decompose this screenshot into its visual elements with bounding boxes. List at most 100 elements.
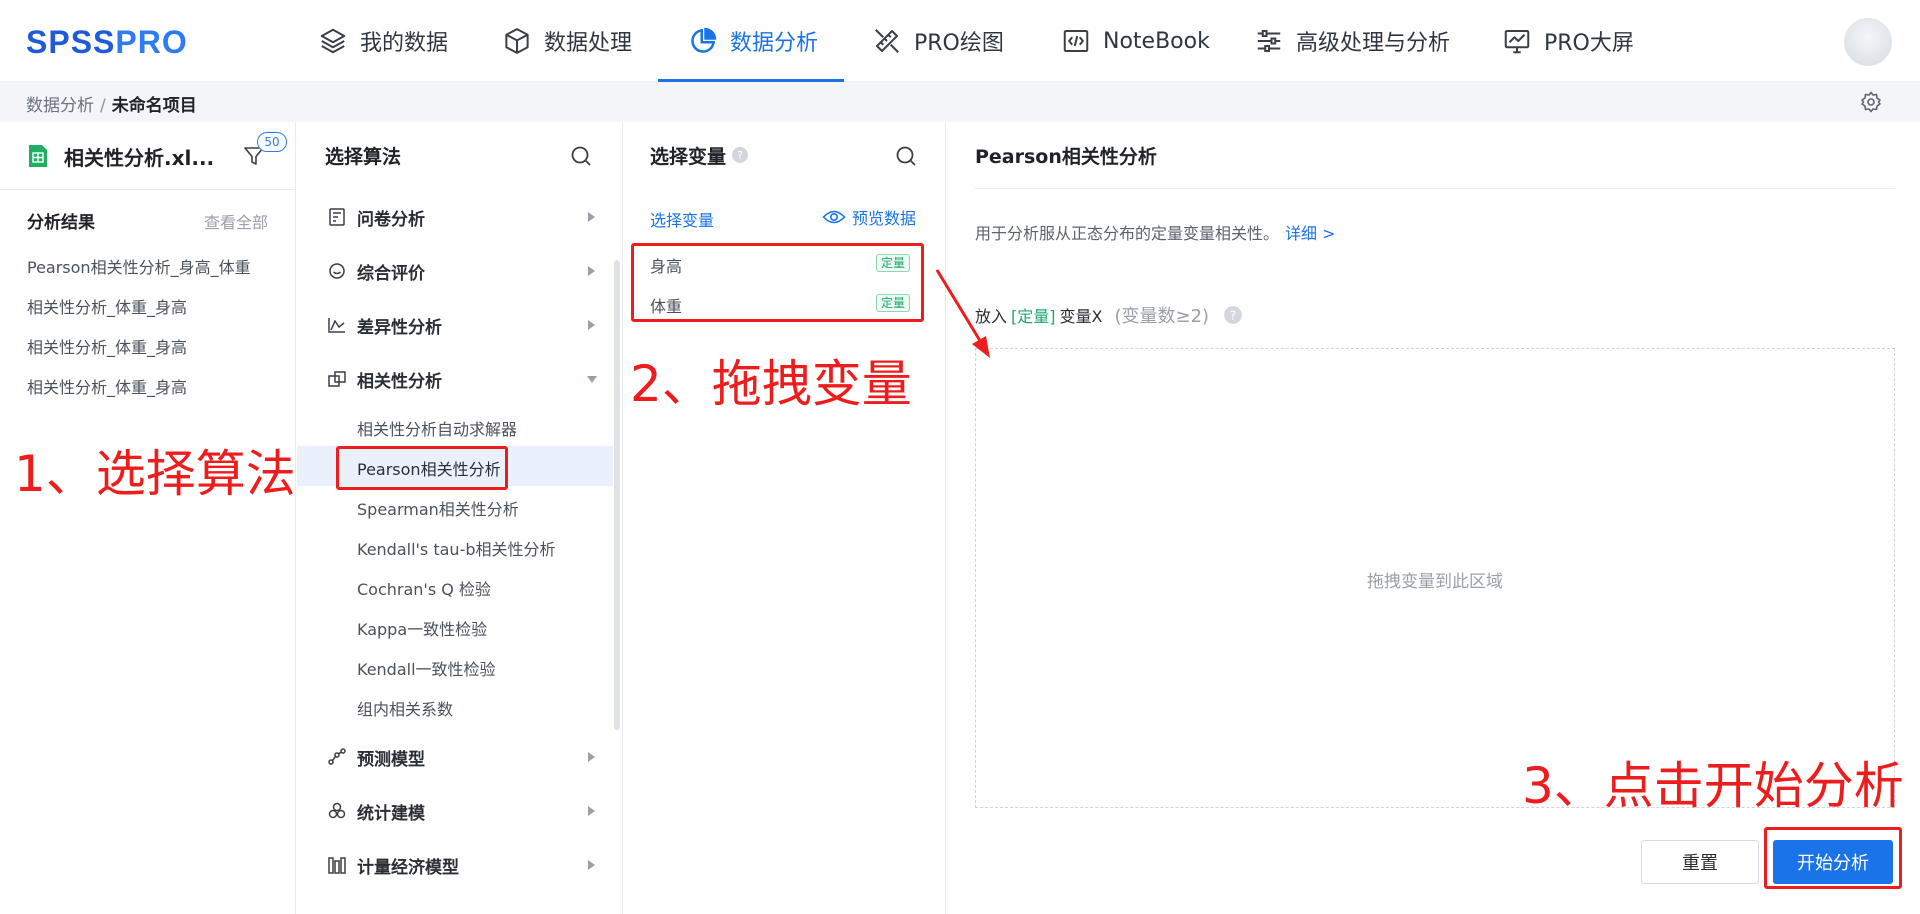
help-icon[interactable]: ? xyxy=(1223,305,1243,325)
search-icon[interactable] xyxy=(569,144,593,168)
nav-label: NoteBook xyxy=(1103,28,1210,54)
file-name[interactable]: 相关性分析.xl... xyxy=(64,142,214,171)
nav-label: 我的数据 xyxy=(360,31,449,56)
nav-label: PRO大屏 xyxy=(1544,31,1634,56)
svg-text:?: ? xyxy=(737,149,743,162)
breadcrumb-separator: / xyxy=(100,96,106,116)
nav-my-data[interactable]: 我的数据 xyxy=(318,0,448,82)
variable-name: 身高 xyxy=(650,257,683,276)
reset-button[interactable]: 重置 xyxy=(1641,840,1759,884)
breadcrumb-current: 未命名项目 xyxy=(111,96,197,116)
correlation-icon xyxy=(328,371,346,387)
start-analysis-button[interactable]: 开始分析 xyxy=(1773,840,1893,884)
results-title: 分析结果 xyxy=(27,213,95,233)
nav-data-processing[interactable]: 数据处理 xyxy=(502,0,632,82)
variable-item[interactable]: 体重 定量 xyxy=(650,286,932,320)
algorithm-item[interactable]: 组内相关系数 xyxy=(357,696,453,720)
category-label: 统计建模 xyxy=(357,803,425,824)
algorithm-item[interactable]: Spearman相关性分析 xyxy=(357,496,519,520)
drop-count: (变量数≥2) xyxy=(1114,306,1210,327)
annotation-step1: 1、选择算法 xyxy=(14,445,296,503)
algorithm-item[interactable]: Kappa一致性检验 xyxy=(357,616,487,640)
dashboard-icon xyxy=(1504,30,1530,54)
category-stat-modeling[interactable]: 统计建模 xyxy=(327,794,597,828)
category-difference[interactable]: 差异性分析 xyxy=(327,308,597,342)
result-item[interactable]: 相关性分析_体重_身高 xyxy=(27,334,187,358)
algorithm-item-selected[interactable]: Pearson相关性分析 xyxy=(357,456,501,480)
circles-icon xyxy=(328,802,346,819)
ruler-pencil-icon xyxy=(875,29,899,53)
quantitative-tag: 定量 xyxy=(875,254,910,272)
filter-count-badge: 50 xyxy=(257,132,287,152)
category-label: 计量经济模型 xyxy=(357,857,459,878)
algorithm-item[interactable]: 相关性分析自动求解器 xyxy=(357,416,517,440)
chevron-right-icon xyxy=(588,806,595,816)
chevron-right-icon xyxy=(588,320,595,330)
category-prediction[interactable]: 预测模型 xyxy=(327,740,597,774)
pie-chart-icon xyxy=(691,27,717,53)
description-text: 用于分析服从正态分布的定量变量相关性。 xyxy=(975,224,1280,243)
breadcrumb-root[interactable]: 数据分析 xyxy=(26,96,94,116)
category-label: 相关性分析 xyxy=(357,371,442,392)
drop-type: [定量] xyxy=(1011,307,1056,326)
preview-label: 预览数据 xyxy=(852,209,917,228)
chevron-right-icon xyxy=(588,752,595,762)
nav-label: 高级处理与分析 xyxy=(1296,31,1451,56)
chevron-right-icon xyxy=(588,212,595,222)
variable-name: 体重 xyxy=(650,297,683,316)
top-navigation: SPSSPRO 我的数据 数据处理 数据分析 PRO绘图 NoteBook 高级… xyxy=(0,0,1920,82)
details-link[interactable]: 详细 > xyxy=(1285,224,1336,243)
line-chart-icon xyxy=(328,318,345,333)
category-correlation[interactable]: 相关性分析 xyxy=(327,362,597,396)
annotation-arrow xyxy=(935,269,990,358)
avatar[interactable] xyxy=(1844,18,1892,66)
chevron-right-icon xyxy=(588,860,595,870)
logo[interactable]: SPSSPRO xyxy=(26,24,188,61)
annotation-step2: 2、拖拽变量 xyxy=(630,355,912,413)
nav-advanced[interactable]: 高级处理与分析 xyxy=(1254,0,1450,82)
nav-pro-dashboard[interactable]: PRO大屏 xyxy=(1502,0,1634,82)
result-item[interactable]: Pearson相关性分析_身高_体重 xyxy=(27,254,251,278)
category-evaluation[interactable]: 综合评价 xyxy=(327,254,597,288)
nav-data-analysis[interactable]: 数据分析 xyxy=(658,0,845,82)
variable-item[interactable]: 身高 定量 xyxy=(650,246,932,280)
result-item[interactable]: 相关性分析_体重_身高 xyxy=(27,294,187,318)
scrollbar[interactable] xyxy=(614,260,620,730)
chevron-right-icon xyxy=(588,266,595,276)
drop-zone-label: 放入 [定量] 变量X (变量数≥2) ? xyxy=(975,302,1243,328)
svg-text:?: ? xyxy=(1230,308,1237,322)
result-item[interactable]: 相关性分析_体重_身高 xyxy=(27,374,187,398)
drop-var: 变量X xyxy=(1059,307,1103,326)
variable-tab[interactable]: 选择变量 xyxy=(650,207,714,231)
annotation-step3: 3、点击开始分析 xyxy=(1522,757,1904,815)
code-icon xyxy=(1063,30,1089,52)
view-all-link[interactable]: 查看全部 xyxy=(204,209,268,233)
method-title: Pearson相关性分析 xyxy=(975,146,1157,168)
variable-panel-title: 选择变量 xyxy=(650,146,727,168)
category-label: 预测模型 xyxy=(357,749,425,770)
algorithm-item[interactable]: Kendall一致性检验 xyxy=(357,656,496,680)
algorithm-item[interactable]: Kendall's tau-b相关性分析 xyxy=(357,536,556,560)
columns-icon xyxy=(328,857,346,874)
eye-icon xyxy=(822,210,846,224)
chat-bubble-icon xyxy=(329,263,345,279)
category-questionnaire[interactable]: 问卷分析 xyxy=(327,200,597,234)
nav-label: PRO绘图 xyxy=(914,31,1004,56)
variable-drop-zone[interactable]: 拖拽变量到此区域 xyxy=(975,348,1895,808)
nav-notebook[interactable]: NoteBook xyxy=(1061,0,1210,82)
category-econometrics[interactable]: 计量经济模型 xyxy=(327,848,597,882)
variable-panel: 选择变量 ? 选择变量 预览数据 身高 定量 体重 定量 xyxy=(624,122,946,914)
nav-pro-plot[interactable]: PRO绘图 xyxy=(872,0,1004,82)
file-header: 相关性分析.xl... 50 xyxy=(0,122,296,190)
questionnaire-icon xyxy=(329,208,345,226)
sliders-icon xyxy=(1257,30,1281,52)
nodes-icon xyxy=(328,748,346,765)
preview-data-button[interactable]: 预览数据 xyxy=(822,205,916,229)
help-icon[interactable]: ? xyxy=(731,146,749,164)
algorithm-panel-title: 选择算法 xyxy=(325,146,402,168)
algorithm-item[interactable]: Cochran's Q 检验 xyxy=(357,576,491,600)
quantitative-tag: 定量 xyxy=(875,294,910,312)
gear-icon[interactable] xyxy=(1859,90,1883,114)
chevron-down-icon xyxy=(587,376,597,383)
search-icon[interactable] xyxy=(894,144,918,168)
